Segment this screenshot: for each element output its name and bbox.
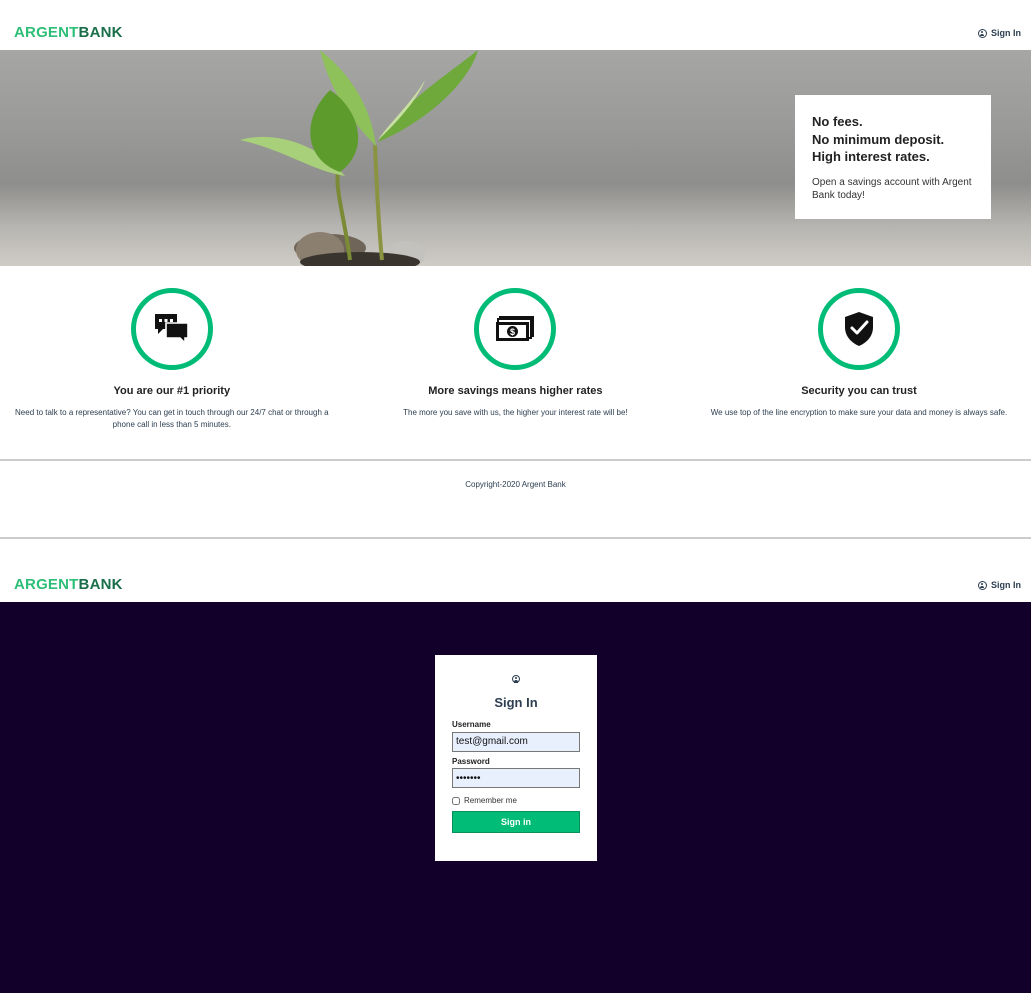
logo-bank: BANK xyxy=(78,24,123,41)
logo-bank: BANK xyxy=(78,576,123,593)
sign-in-title: Sign In xyxy=(494,695,538,710)
svg-text:$: $ xyxy=(510,327,515,337)
hero-content-card: No fees. No minimum deposit. High intere… xyxy=(795,95,991,219)
top-navbar: ARGENTBANK Sign In xyxy=(0,8,1031,50)
argent-bank-logo[interactable]: ARGENTBANK xyxy=(14,576,123,593)
remember-me-checkbox[interactable] xyxy=(452,796,460,805)
leaf-shape xyxy=(378,50,478,142)
feature-item: You are our #1 priority Need to talk to … xyxy=(0,266,344,460)
sign-in-form-card: Sign In Username Password Remember me Si… xyxy=(435,655,597,861)
sign-in-button[interactable]: Sign in xyxy=(452,811,580,833)
nav-sign-in-link[interactable]: Sign In xyxy=(978,580,1021,590)
footer-copyright: Copyright-2020 Argent Bank xyxy=(465,480,566,489)
feature-item: $ More savings means higher rates The mo… xyxy=(344,266,688,460)
password-label: Password xyxy=(452,756,490,766)
hero-text: Open a savings account with Argent Bank … xyxy=(812,176,972,201)
feature-title: Security you can trust xyxy=(801,385,917,397)
argent-bank-logo[interactable]: ARGENTBANK xyxy=(14,24,123,41)
password-input[interactable] xyxy=(452,768,580,788)
signin-main: Sign In Username Password Remember me Si… xyxy=(0,602,1031,993)
feature-title: You are our #1 priority xyxy=(113,385,231,397)
stem-shape xyxy=(373,144,384,261)
money-icon: $ xyxy=(474,288,557,370)
hero-subtitle: No minimum deposit. xyxy=(812,131,945,147)
feature-text: Need to talk to a representative? You ca… xyxy=(15,408,329,429)
feature-text: The more you save with us, the higher yo… xyxy=(403,408,628,417)
user-circle-icon xyxy=(978,580,987,590)
username-label: Username xyxy=(452,720,491,729)
signin-page-navbar: ARGENTBANK Sign In xyxy=(0,562,1031,602)
username-input[interactable] xyxy=(452,731,580,752)
remember-me-label: Remember me xyxy=(464,796,517,805)
hero-subtitle: No fees. xyxy=(812,114,863,129)
footer: Copyright-2020 Argent Bank xyxy=(0,459,1031,539)
feature-item: Security you can trust We use top of the… xyxy=(687,266,1031,460)
password-wrapper: Password xyxy=(452,756,580,788)
logo-argent: ARGENT xyxy=(14,24,79,41)
nav-sign-in-label: Sign In xyxy=(991,580,1021,590)
username-wrapper: Username xyxy=(452,720,580,752)
user-circle-icon xyxy=(978,28,987,38)
user-circle-icon xyxy=(512,675,520,683)
nav-sign-in-label: Sign In xyxy=(991,28,1021,38)
nav-sign-in-link[interactable]: Sign In xyxy=(978,28,1021,38)
chat-icon xyxy=(130,288,213,370)
feature-title: More savings means higher rates xyxy=(428,385,603,397)
features-section: You are our #1 priority Need to talk to … xyxy=(0,266,1031,460)
security-icon xyxy=(817,288,900,370)
logo-argent: ARGENT xyxy=(14,576,79,593)
hero-banner: No fees. No minimum deposit. High intere… xyxy=(0,50,1031,266)
hero-subtitle: High interest rates. xyxy=(812,149,930,164)
remember-me-row: Remember me xyxy=(452,796,580,805)
feature-text: We use top of the line encryption to mak… xyxy=(710,408,1008,417)
